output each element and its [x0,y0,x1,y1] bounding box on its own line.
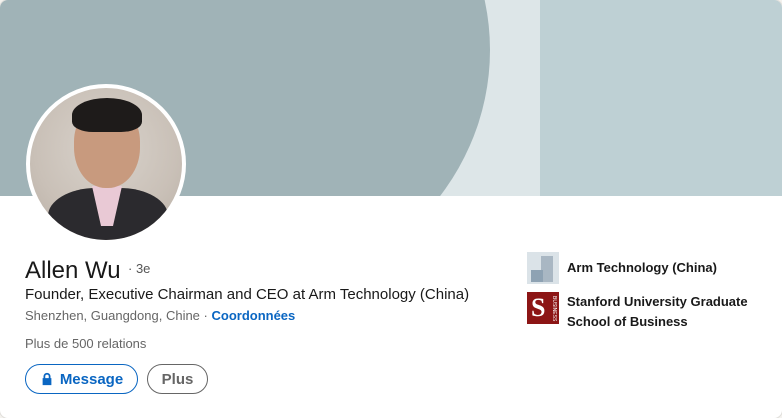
stanford-business-text: BUSINESS [551,296,557,322]
org-item-stanford[interactable]: S BUSINESS Stanford University Graduate … [527,292,767,332]
profile-headline: Founder, Executive Chairman and CEO at A… [25,286,470,303]
profile-location: Shenzhen, Guangdong, Chine [25,308,200,323]
company-logo-icon [527,252,559,284]
location-line: Shenzhen, Guangdong, Chine · Coordonnées [25,308,295,323]
org-name-stanford: Stanford University Graduate School of B… [567,294,748,329]
message-button-label: Message [59,370,124,388]
logo-block-short [531,270,543,282]
profile-avatar[interactable] [26,84,186,244]
org-item-arm[interactable]: Arm Technology (China) [527,252,767,284]
lock-icon [42,372,52,386]
connection-degree: · 3e [128,261,151,276]
location-separator: · [199,308,212,323]
contact-info-link[interactable]: Coordonnées [211,308,295,323]
profile-card: Allen Wu · 3e Founder, Executive Chairma… [0,0,782,418]
school-logo-icon: S BUSINESS [527,292,559,324]
profile-name: Allen Wu [25,257,121,284]
more-button-label: Plus [161,370,194,388]
message-button[interactable]: Message [25,364,138,394]
connections-count[interactable]: Plus de 500 relations [25,336,146,351]
stanford-s-glyph: S [531,293,546,322]
more-button[interactable]: Plus [147,364,208,394]
banner-shape-light [540,0,782,196]
avatar-hair [72,98,142,132]
org-name-arm: Arm Technology (China) [567,260,717,275]
